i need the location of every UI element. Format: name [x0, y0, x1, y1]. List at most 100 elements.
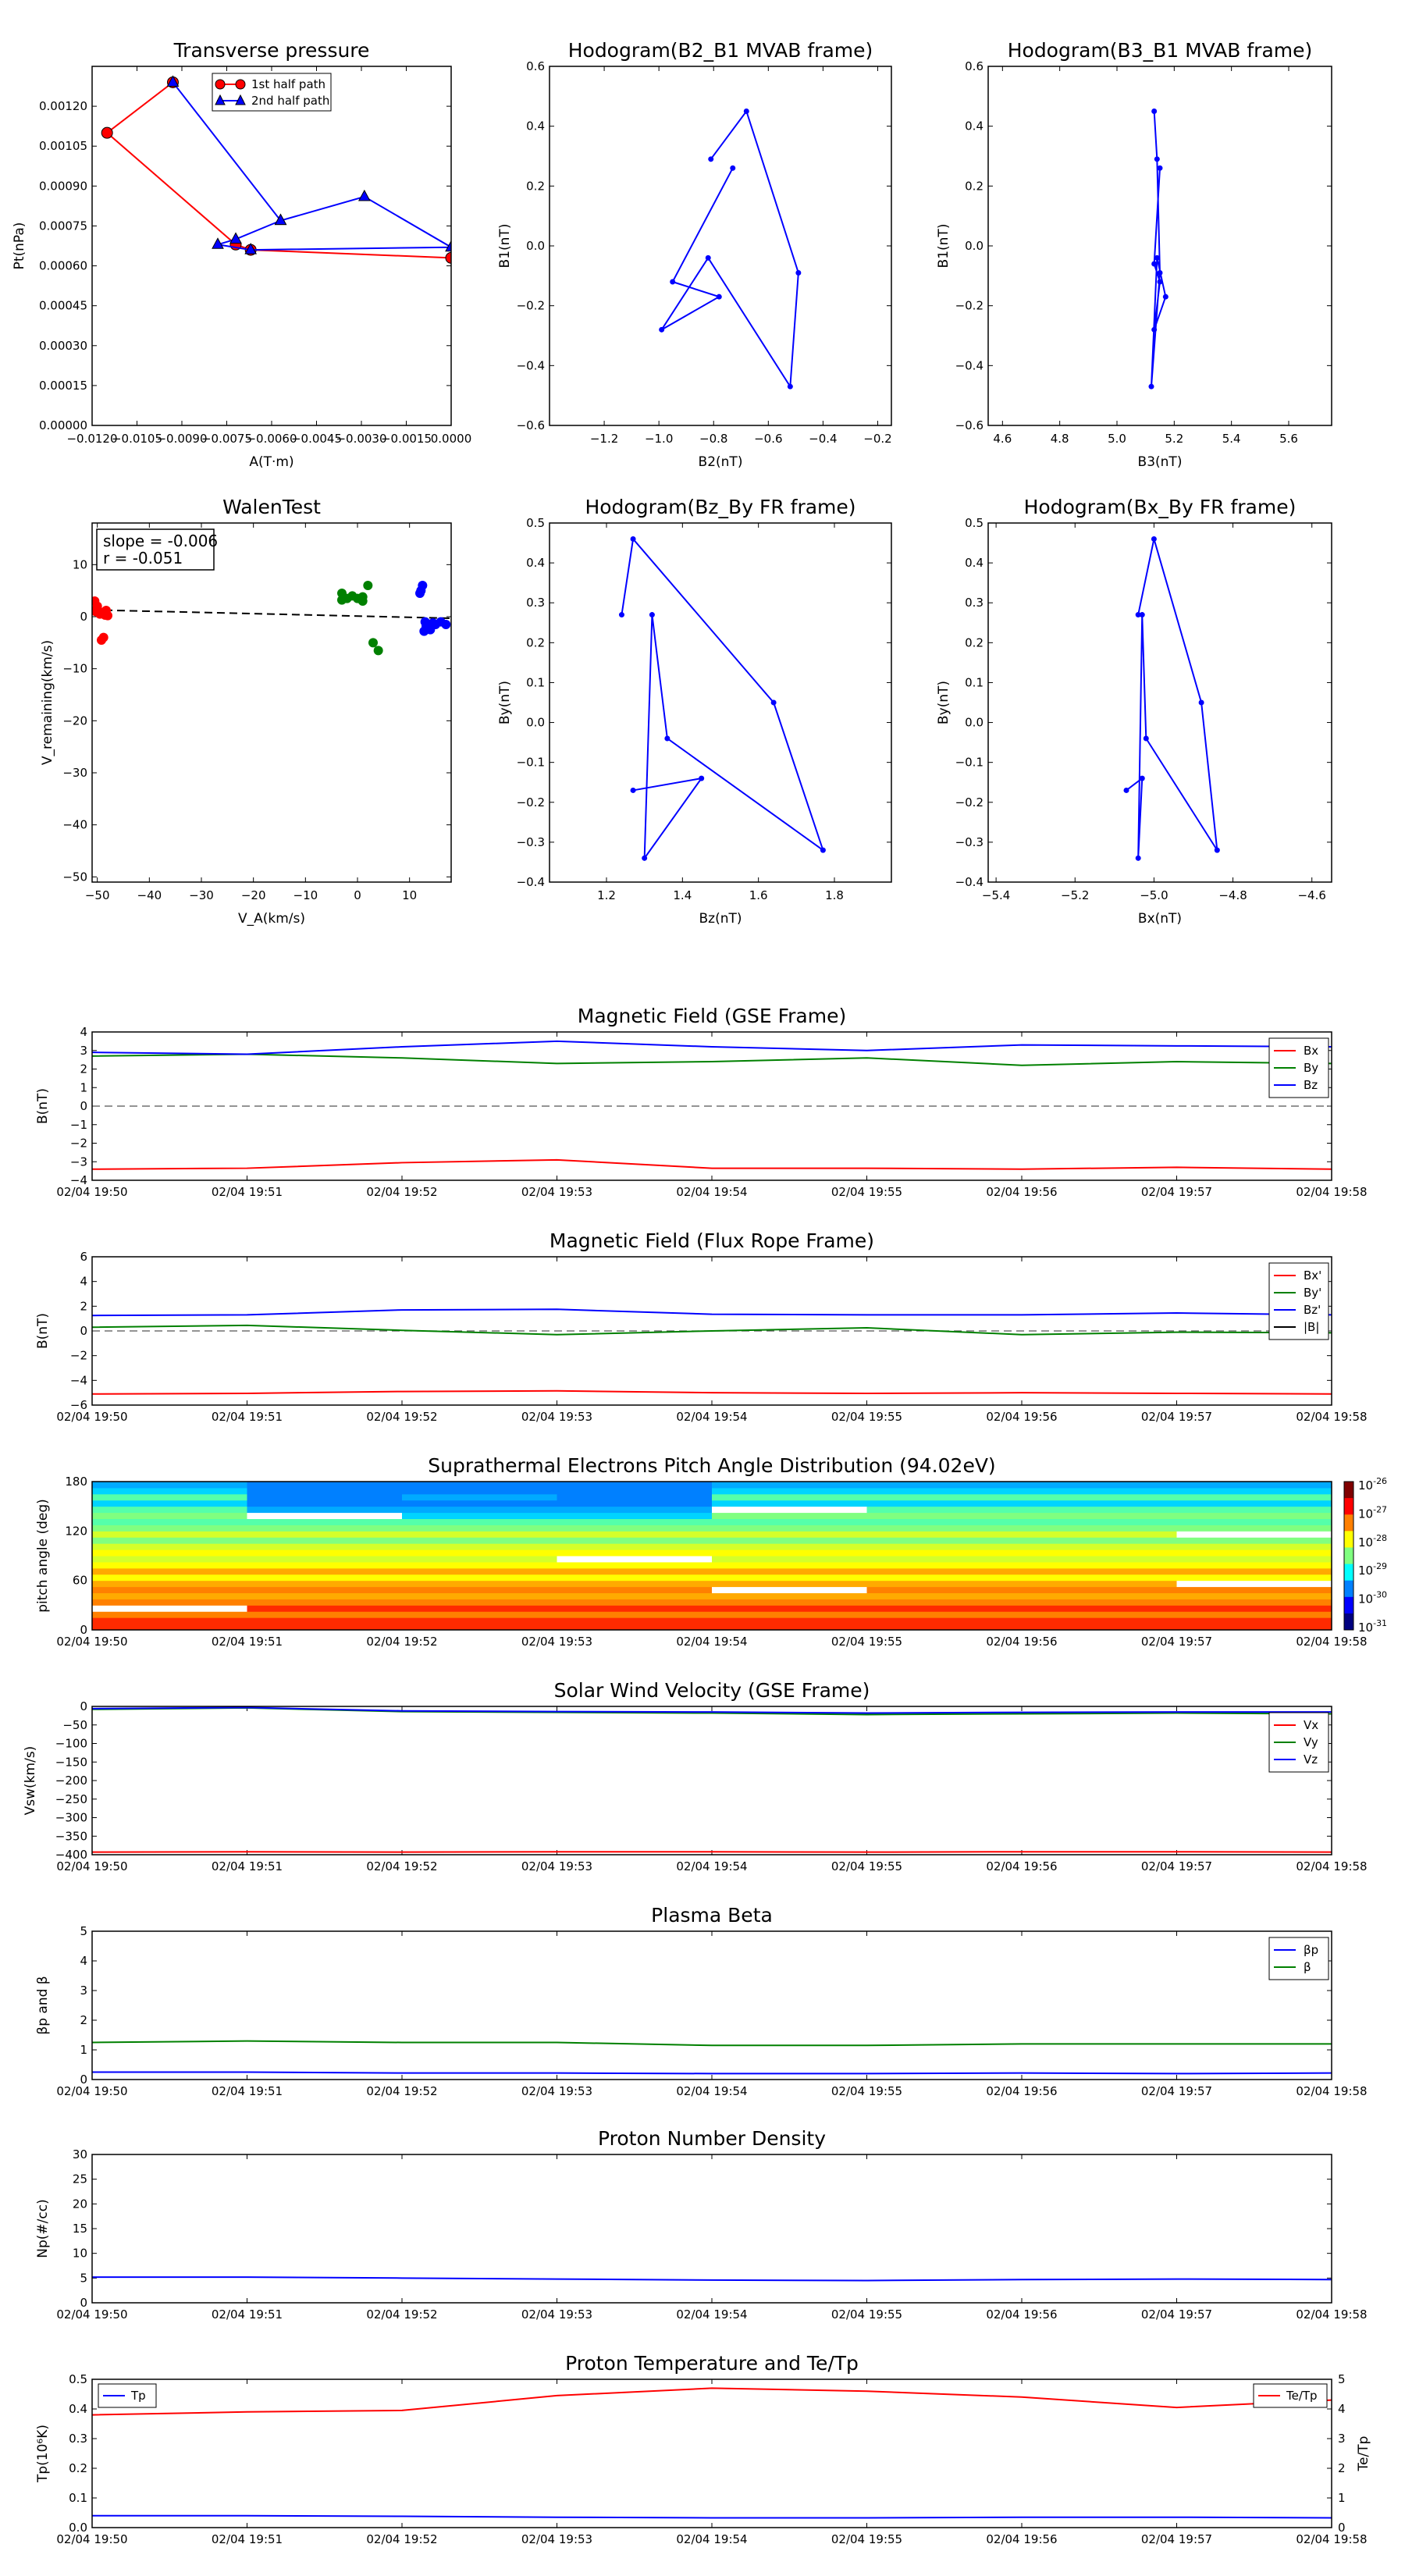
heatmap-cell: [712, 1506, 867, 1514]
heatmap-cell: [557, 1574, 713, 1582]
data-point: [716, 294, 722, 300]
heatmap-cell: [1176, 1580, 1332, 1588]
x-tick-label: 0.0000: [431, 432, 472, 446]
heatmap-cell: [402, 1574, 557, 1582]
data-point: [664, 735, 670, 742]
heatmap-cell: [402, 1561, 557, 1569]
heatmap-cell: [557, 1561, 713, 1569]
x-tick-label: 02/04 19:56: [986, 1635, 1057, 1649]
y-tick-label: −50: [62, 870, 87, 884]
x-tick-label: −0.0090: [156, 432, 207, 446]
y-axis-label: By(nT): [936, 681, 951, 724]
y-tick-label: 4: [80, 1275, 87, 1289]
legend-label: 1st half path: [251, 77, 325, 91]
x-tick-label: 02/04 19:52: [366, 2532, 437, 2546]
x-tick-label: 02/04 19:54: [676, 2307, 747, 2322]
legend-label: By: [1304, 1061, 1318, 1075]
heatmap-cell: [247, 1506, 403, 1514]
heatmap-cell: [1176, 1531, 1332, 1538]
x-tick-label: 02/04 19:56: [986, 2084, 1057, 2098]
heatmap-cell: [712, 1525, 867, 1532]
heatmap-cell: [866, 1493, 1023, 1501]
data-point: [630, 787, 636, 793]
legend-marker: [215, 79, 226, 90]
heatmap-cell: [1176, 1567, 1332, 1575]
chart-title: Transverse pressure: [173, 39, 370, 62]
heatmap-cell: [247, 1586, 403, 1593]
heatmap-cell: [92, 1586, 247, 1593]
x-tick-label: 1.8: [825, 888, 844, 902]
series-line: [621, 537, 825, 861]
heatmap-cell: [712, 1599, 867, 1606]
heatmap-cell: [557, 1617, 713, 1624]
heatmap-cell: [92, 1537, 247, 1544]
y-tick-label: −0.4: [517, 875, 545, 889]
heatmap-cell: [92, 1543, 247, 1550]
y-tick-label: −350: [55, 1829, 87, 1843]
chart-title: Proton Number Density: [598, 2127, 826, 2150]
heatmap-cell: [557, 1611, 713, 1618]
x-tick-label: −0.0105: [112, 432, 162, 446]
heatmap-cell: [402, 1617, 557, 1624]
data-point: [730, 165, 736, 171]
y-tick-label: 0.3: [526, 596, 545, 610]
heatmap-cell: [92, 1574, 247, 1582]
panel-hod1: Hodogram(B2_B1 MVAB frame) −1.2 −1.0 −0.8 −0…: [497, 39, 892, 470]
x-tick-label: 02/04 19:55: [831, 1859, 902, 1873]
x-tick-label: −0.6: [754, 432, 782, 446]
x-tick-label: −1.0: [645, 432, 673, 446]
x-tick-label: −0.0015: [381, 432, 432, 446]
panel-hod2: Hodogram(B3_B1 MVAB frame) 4.6 4.8 5.0 5.2 5.…: [936, 39, 1332, 470]
heatmap-cell: [557, 1487, 713, 1495]
colorbar-segment: [1344, 1531, 1353, 1548]
y-tick-label: −0.6: [955, 418, 984, 432]
panel-beta: Plasma Beta 02/04 19:50 02/04 19:51 02/04 1…: [35, 1904, 1368, 2098]
heatmap-cell: [1022, 1500, 1177, 1507]
y-tick-label: −0.2: [517, 795, 545, 809]
y-axis-label: V_remaining(km/s): [40, 640, 55, 765]
data-point: [770, 699, 777, 706]
data-point: [708, 156, 714, 162]
heatmap-cell: [1022, 1512, 1177, 1519]
x-tick-label: 1.4: [673, 888, 692, 902]
data-point: [337, 595, 347, 605]
y2-tick-label: 0: [1338, 2521, 1346, 2535]
y-tick-label: 0.00090: [39, 179, 87, 193]
heatmap-cell: [1022, 1624, 1177, 1631]
x-tick-label: 02/04 19:56: [986, 1410, 1057, 1424]
heatmap-cell: [1022, 1586, 1177, 1593]
heatmap-cell: [557, 1592, 713, 1599]
data-point: [357, 592, 368, 602]
y-tick-label: −0.2: [955, 299, 984, 313]
x-tick-label: 5.6: [1279, 432, 1298, 446]
heatmap-cell: [247, 1611, 403, 1618]
x-tick-label: 02/04 19:53: [521, 1859, 592, 1873]
heatmap-cell: [712, 1592, 867, 1599]
heatmap-cell: [557, 1512, 713, 1519]
heatmap-cell: [866, 1574, 1023, 1582]
panel-hod3: Hodogram(Bz_By FR frame) 1.2 1.4 1.6 1.8 −0.4…: [497, 496, 892, 927]
y-tick-label: 6: [80, 1250, 87, 1264]
heatmap-cell: [557, 1531, 713, 1538]
heatmap-cell: [712, 1550, 867, 1557]
heatmap-cell: [712, 1512, 867, 1519]
y2-tick-label: 5: [1338, 2372, 1346, 2386]
y-tick-label: 30: [73, 2147, 87, 2161]
x-tick-label: −0.0120: [66, 432, 117, 446]
heatmap-cell: [1022, 1518, 1177, 1525]
y-tick-label: 4: [80, 1025, 87, 1039]
y-tick-label: −50: [62, 1718, 87, 1732]
heatmap-cell: [1176, 1556, 1332, 1563]
x-tick-label: 02/04 19:58: [1296, 1859, 1367, 1873]
series-line: [91, 1040, 1332, 1055]
colorbar-segment: [1344, 1564, 1353, 1582]
x-axis-label: B3(nT): [1138, 454, 1183, 470]
x-tick-label: −0.4: [809, 432, 837, 446]
y-axis-label: B1(nT): [936, 224, 951, 269]
x-tick-label: 4.8: [1051, 432, 1069, 446]
x-tick-label: 02/04 19:52: [366, 1185, 437, 1199]
heatmap-cell: [557, 1506, 713, 1514]
y-tick-label: 15: [73, 2222, 87, 2236]
data-point: [1198, 699, 1204, 706]
heatmap-cell: [247, 1543, 403, 1550]
